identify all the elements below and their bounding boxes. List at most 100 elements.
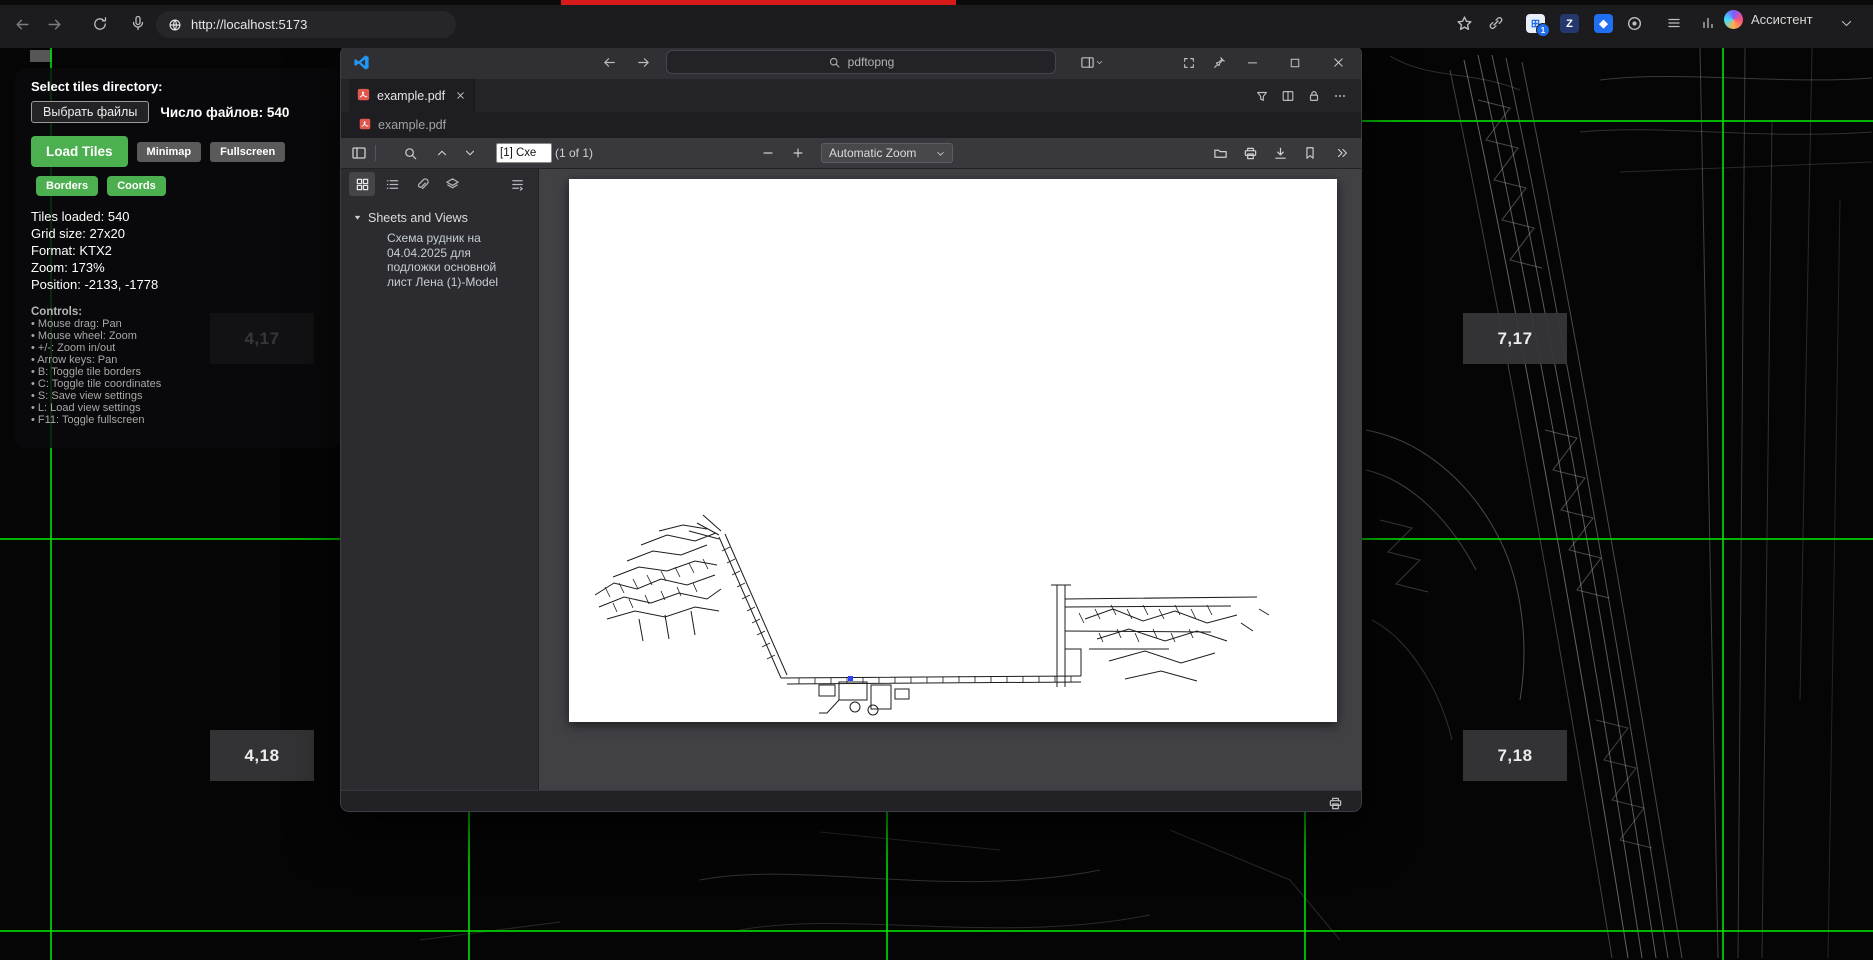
status-format: Format: KTX2 [31, 242, 324, 259]
pin-icon[interactable] [1209, 54, 1229, 71]
minimap-button[interactable]: Minimap [137, 142, 202, 162]
sidebar-toggle-icon[interactable] [351, 138, 367, 168]
next-page-icon[interactable] [463, 138, 477, 168]
nav-back-icon[interactable] [599, 54, 619, 71]
tab-title: example.pdf [377, 89, 448, 103]
chevron-down-icon [936, 149, 945, 158]
grid-line-vertical [468, 812, 470, 960]
close-button[interactable] [1319, 46, 1357, 79]
previous-page-icon[interactable] [435, 138, 449, 168]
vscode-tabbar: example.pdf [341, 79, 1361, 112]
bookmark-icon[interactable] [1303, 138, 1317, 168]
tile-viewer-control-panel: Select tiles directory: Выбрать файлы Чи… [15, 68, 340, 448]
outline-view-icon[interactable] [379, 172, 405, 196]
coords-toggle-button[interactable]: Coords [107, 176, 166, 196]
printer-icon[interactable] [1328, 796, 1343, 811]
nav-forward-icon[interactable] [633, 54, 653, 71]
controls-hint: • Arrow keys: Pan [31, 354, 324, 366]
breadcrumb-file-name: example.pdf [378, 118, 446, 132]
current-outline-item-icon[interactable] [504, 172, 530, 196]
vscode-window: pdftopng [340, 45, 1362, 812]
filter-icon[interactable] [1255, 89, 1269, 103]
split-editor-icon[interactable] [1281, 89, 1295, 103]
extension-icon-translator[interactable]: ⊞ 1 [1526, 14, 1545, 33]
refresh-icon[interactable] [92, 16, 108, 32]
outline-item-schema[interactable]: Схема рудник на 04.04.2025 для подложки … [387, 231, 515, 289]
breadcrumb[interactable]: example.pdf [341, 112, 1361, 138]
assistant-icon [1724, 10, 1743, 29]
tab-strip [0, 0, 1873, 5]
save-icon[interactable] [1273, 138, 1288, 168]
tree-root-sheets-and-views[interactable]: Sheets and Views [353, 211, 538, 225]
tile-coordinate-label: 4,18 [210, 730, 314, 781]
controls-hint: • +/-: Zoom in/out [31, 342, 324, 354]
pdf-page [569, 179, 1337, 722]
tab-example-pdf[interactable]: example.pdf [349, 79, 475, 112]
toolbar-divider [375, 138, 376, 168]
controls-hint: • L: Load view settings [31, 402, 324, 414]
grid-line-horizontal [0, 538, 340, 540]
fullscreen-icon[interactable] [1179, 54, 1199, 71]
page-number-input[interactable] [496, 143, 552, 163]
assistant-button[interactable]: Ассистент [1724, 10, 1813, 29]
controls-hint: • Mouse wheel: Zoom [31, 330, 324, 342]
stats-icon[interactable] [1700, 15, 1716, 31]
controls-hint: • F11: Toggle fullscreen [31, 414, 324, 426]
search-query-text: pdftopng [848, 55, 895, 69]
zoom-in-icon[interactable] [791, 138, 805, 168]
choose-files-button[interactable]: Выбрать файлы [31, 101, 149, 123]
grid-line-vertical [1722, 48, 1724, 960]
tree-root-label: Sheets and Views [368, 211, 468, 225]
zoom-select-value: Automatic Zoom [829, 146, 916, 160]
bookmark-star-icon[interactable] [1456, 15, 1473, 32]
command-center-search[interactable]: pdftopng [666, 50, 1056, 74]
extension-icon-blue[interactable]: ◆ [1594, 14, 1613, 33]
tab-close-icon[interactable] [455, 90, 466, 101]
maximize-button[interactable] [1276, 46, 1314, 79]
page-count-label: (1 of 1) [555, 138, 593, 168]
extension-icon-circle[interactable] [1626, 15, 1643, 32]
tile-coordinate-label: 7,18 [1463, 730, 1567, 781]
borders-toggle-button[interactable]: Borders [36, 176, 98, 196]
file-count-label: Число файлов: 540 [160, 105, 289, 120]
controls-hint: • Mouse drag: Pan [31, 318, 324, 330]
minimize-button[interactable] [1233, 46, 1271, 79]
print-icon[interactable] [1243, 138, 1258, 168]
more-actions-icon[interactable] [1333, 89, 1347, 103]
thumbnails-view-icon[interactable] [349, 172, 375, 196]
status-position: Position: -2133, -1778 [31, 276, 324, 293]
extension-badge: 1 [1536, 23, 1550, 37]
fullscreen-button[interactable]: Fullscreen [210, 142, 285, 162]
tab-strip-active-indicator [561, 0, 956, 5]
triangle-down-icon [353, 211, 362, 225]
menu-icon[interactable] [1666, 15, 1682, 31]
status-zoom: Zoom: 173% [31, 259, 324, 276]
grid-line-vertical [886, 812, 888, 960]
pdf-toolbar: (1 of 1) Automatic Zoom [341, 138, 1361, 169]
open-file-icon[interactable] [1213, 138, 1228, 168]
extension-icon-z[interactable]: Z [1560, 14, 1579, 33]
find-icon[interactable] [403, 138, 418, 168]
browser-back-icon[interactable] [14, 16, 31, 33]
zoom-select[interactable]: Automatic Zoom [821, 143, 953, 163]
browser-forward-icon[interactable] [46, 16, 63, 33]
attachments-icon[interactable] [409, 172, 435, 196]
load-tiles-button[interactable]: Load Tiles [31, 136, 128, 167]
grid-line-horizontal [0, 930, 1873, 932]
search-icon [828, 56, 841, 69]
pdf-icon [359, 118, 371, 133]
toolbar-overflow-icon[interactable] [1335, 138, 1349, 168]
globe-icon [168, 18, 182, 32]
controls-hint: • B: Toggle tile borders [31, 366, 324, 378]
editor-layout-icon[interactable] [1079, 54, 1105, 71]
chevron-down-icon[interactable] [1840, 17, 1853, 30]
copy-link-icon[interactable] [1488, 15, 1504, 31]
vscode-titlebar[interactable]: pdftopng [341, 46, 1361, 79]
browser-chrome: http://localhost:5173 ⊞ 1 Z ◆ Ассистент [0, 0, 1873, 48]
zoom-out-icon[interactable] [761, 138, 775, 168]
mic-icon[interactable] [130, 15, 146, 31]
pdf-viewer-canvas[interactable] [539, 169, 1361, 790]
lock-icon[interactable] [1307, 89, 1321, 103]
address-bar[interactable]: http://localhost:5173 [156, 11, 456, 38]
layers-icon[interactable] [439, 172, 465, 196]
